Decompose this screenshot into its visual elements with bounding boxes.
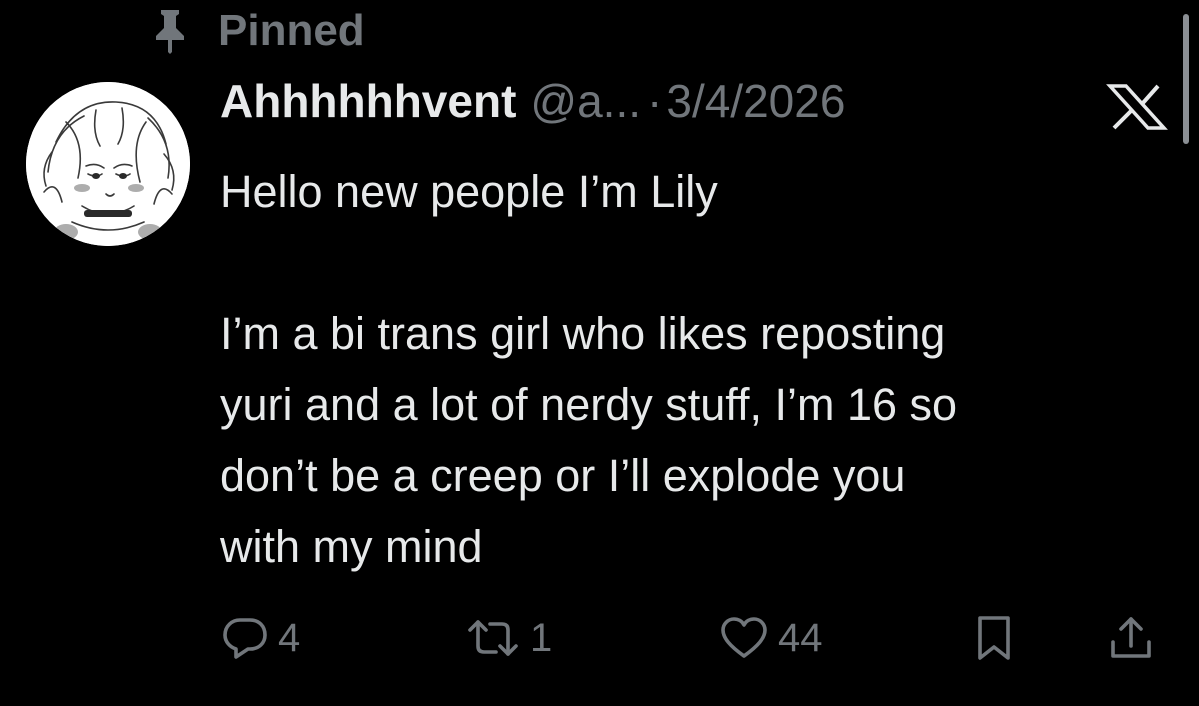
bookmark-button[interactable] [972,610,1016,666]
reply-icon [222,616,268,660]
post-text-line: Hello new people I’m Lily [220,166,718,217]
post-date[interactable]: 3/4/2026 [666,74,845,128]
repost-button[interactable]: 1 [466,610,552,666]
reply-button[interactable]: 4 [222,610,300,666]
like-button[interactable]: 44 [720,610,823,666]
share-icon [1108,614,1154,662]
pinned-indicator: Pinned [150,6,365,56]
author-handle[interactable]: @a... [530,74,641,128]
pin-icon [150,6,190,56]
post-actions: 4 1 44 [0,610,1199,666]
bookmark-icon [972,614,1016,662]
author-display-name[interactable]: Ahhhhhhvent [220,74,516,128]
post-text-line: I’m a bi trans girl who likes reposting [220,308,946,359]
avatar[interactable] [26,82,190,246]
heart-icon [720,616,768,660]
post-text-line: don’t be a creep or I’ll explode you [220,450,906,501]
repost-count: 1 [530,616,553,660]
pinned-label: Pinned [218,6,365,55]
post-text-line: with my mind [220,521,483,572]
post-header: Ahhhhhhvent @a... · 3/4/2026 [220,74,845,134]
like-count: 44 [778,616,823,660]
reply-count: 4 [278,616,301,660]
repost-icon [466,616,520,660]
pinned-post[interactable]: Pinned Ahhhhhhvent @a... · 3/4/2026 Hell… [0,0,1199,706]
separator-dot: · [647,75,663,127]
share-button[interactable] [1108,610,1154,666]
x-logo-icon [1104,82,1170,132]
scrollbar[interactable] [1183,14,1189,144]
post-text: Hello new people I’m Lily I’m a bi trans… [220,156,1170,582]
post-text-line: yuri and a lot of nerdy stuff, I’m 16 so [220,379,958,430]
